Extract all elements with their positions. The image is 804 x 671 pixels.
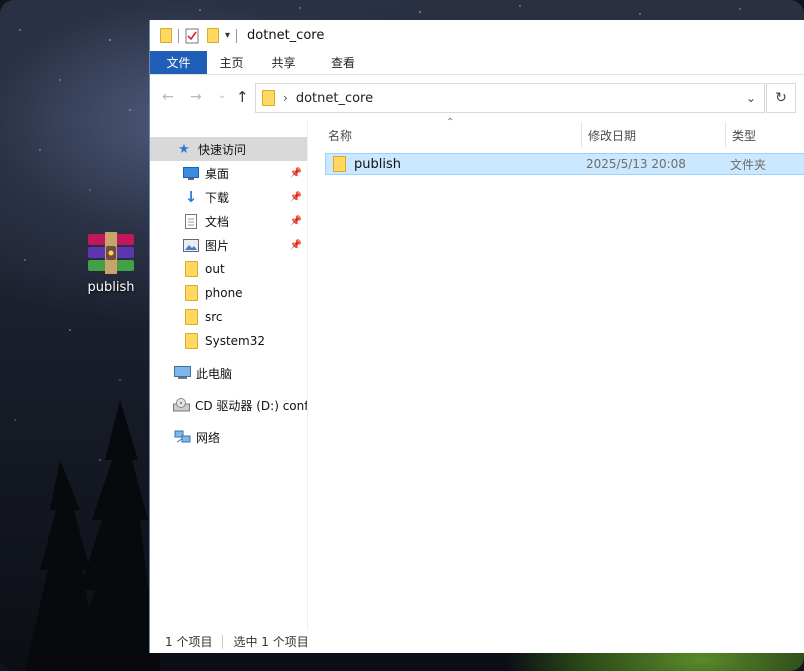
breadcrumb-separator-icon[interactable]: › [283, 91, 288, 105]
column-label: 名称 [328, 128, 353, 143]
pin-icon[interactable]: 📌 [290, 192, 302, 203]
forward-arrow-icon[interactable]: → [190, 89, 202, 105]
file-type: 文件夹 [730, 157, 767, 172]
column-header-type[interactable]: 类型 [732, 120, 802, 150]
selected-count: 选中 1 个项目 [233, 635, 309, 649]
column-label: 类型 [732, 128, 757, 143]
tab-file[interactable]: 文件 [150, 51, 207, 74]
back-arrow-icon[interactable]: ← [162, 89, 174, 105]
separator [236, 28, 238, 43]
nav-label: CD 驱动器 (D:) conf [195, 398, 308, 413]
folder-icon [182, 333, 200, 349]
refresh-button[interactable]: ↻ [766, 83, 796, 113]
navigation-pane: ★ 快速访问 桌面 📌 ↓ 下载 📌 文档 📌 图片 📌 out phone s… [150, 120, 308, 630]
ribbon-tabs: 文件 主页 共享 查看 [150, 51, 804, 75]
file-name: publish [354, 156, 401, 172]
folder-icon [262, 90, 275, 106]
tab-home[interactable]: 主页 [207, 51, 256, 74]
folder-icon [160, 28, 172, 43]
tab-share[interactable]: 共享 [256, 51, 311, 74]
folder-icon [182, 285, 200, 301]
window-title: dotnet_core [247, 28, 325, 43]
file-list: ⌃ 名称 修改日期 类型 publish 2025/5/13 20:08 文件夹 [310, 117, 804, 630]
refresh-icon: ↻ [775, 90, 787, 106]
nav-label: System32 [205, 334, 266, 348]
address-dropdown-icon[interactable]: ⌄ [746, 91, 756, 105]
nav-item-downloads[interactable]: ↓ 下载 📌 [150, 185, 307, 209]
tab-view[interactable]: 查看 [311, 51, 375, 74]
document-icon [182, 213, 200, 229]
desktop-icon [182, 165, 200, 181]
new-folder-icon[interactable] [207, 28, 219, 43]
status-bar: 1 个项目 选中 1 个项目 [150, 630, 804, 653]
nav-quick-access[interactable]: ★ 快速访问 [150, 137, 307, 161]
nav-item-desktop[interactable]: 桌面 📌 [150, 161, 307, 185]
pin-icon[interactable]: 📌 [290, 216, 302, 227]
desktop-icon-publish[interactable]: publish [78, 232, 144, 295]
nav-label: 文档 [205, 214, 230, 229]
recent-locations-chevron-icon[interactable]: ⌄ [218, 90, 226, 101]
nav-cd-drive[interactable]: CD 驱动器 (D:) conf [150, 393, 308, 417]
column-header-modified[interactable]: 修改日期 [588, 120, 728, 150]
nav-label: 图片 [205, 238, 230, 253]
nav-item-pictures[interactable]: 图片 📌 [150, 233, 307, 257]
nav-item-system32[interactable]: System32 [150, 329, 307, 353]
nav-label: 快速访问 [198, 142, 247, 157]
folder-icon [182, 309, 200, 325]
column-divider[interactable] [581, 122, 582, 148]
nav-network[interactable]: 网络 [150, 425, 307, 449]
file-explorer-window: ▾ dotnet_core 文件 主页 共享 查看 ← → ⌄ ↑ › dotn… [149, 20, 804, 653]
address-bar[interactable]: › dotnet_core ⌄ [255, 83, 765, 113]
breadcrumb-segment[interactable]: dotnet_core [296, 91, 373, 106]
network-icon [173, 429, 191, 445]
nav-this-pc[interactable]: 此电脑 [150, 361, 307, 385]
nav-item-out[interactable]: out [150, 257, 307, 281]
up-arrow-icon[interactable]: ↑ [236, 88, 249, 106]
nav-item-documents[interactable]: 文档 📌 [150, 209, 307, 233]
item-count: 1 个项目 [165, 635, 213, 649]
nav-label: 下载 [205, 190, 230, 205]
nav-item-phone[interactable]: phone [150, 281, 307, 305]
column-divider[interactable] [725, 122, 726, 148]
nav-label: phone [205, 286, 243, 300]
properties-icon[interactable] [185, 28, 199, 44]
folder-icon [182, 261, 200, 277]
nav-label: 此电脑 [196, 366, 233, 381]
star-icon: ★ [178, 141, 190, 157]
cd-drive-icon [173, 397, 190, 413]
desktop-icon-label: publish [87, 280, 135, 295]
nav-label: out [205, 262, 225, 276]
folder-icon [333, 156, 346, 172]
title-bar: ▾ dotnet_core [150, 20, 804, 51]
nav-item-src[interactable]: src [150, 305, 307, 329]
column-header-name[interactable]: 名称 [328, 120, 578, 150]
status-divider [222, 634, 224, 649]
pin-icon[interactable]: 📌 [290, 168, 302, 179]
tree-silhouette [25, 400, 160, 671]
nav-label: src [205, 310, 223, 324]
file-modified: 2025/5/13 20:08 [586, 157, 686, 171]
nav-label: 网络 [196, 430, 221, 445]
column-label: 修改日期 [588, 128, 637, 143]
winrar-archive-icon [88, 232, 134, 274]
pin-icon[interactable]: 📌 [290, 240, 302, 251]
pictures-icon [182, 237, 200, 253]
separator [178, 28, 179, 43]
computer-icon [173, 365, 191, 381]
table-row[interactable]: publish 2025/5/13 20:08 文件夹 [325, 153, 804, 175]
download-icon: ↓ [184, 188, 198, 206]
quick-access-dropdown-icon[interactable]: ▾ [225, 30, 230, 41]
nav-label: 桌面 [205, 166, 230, 181]
